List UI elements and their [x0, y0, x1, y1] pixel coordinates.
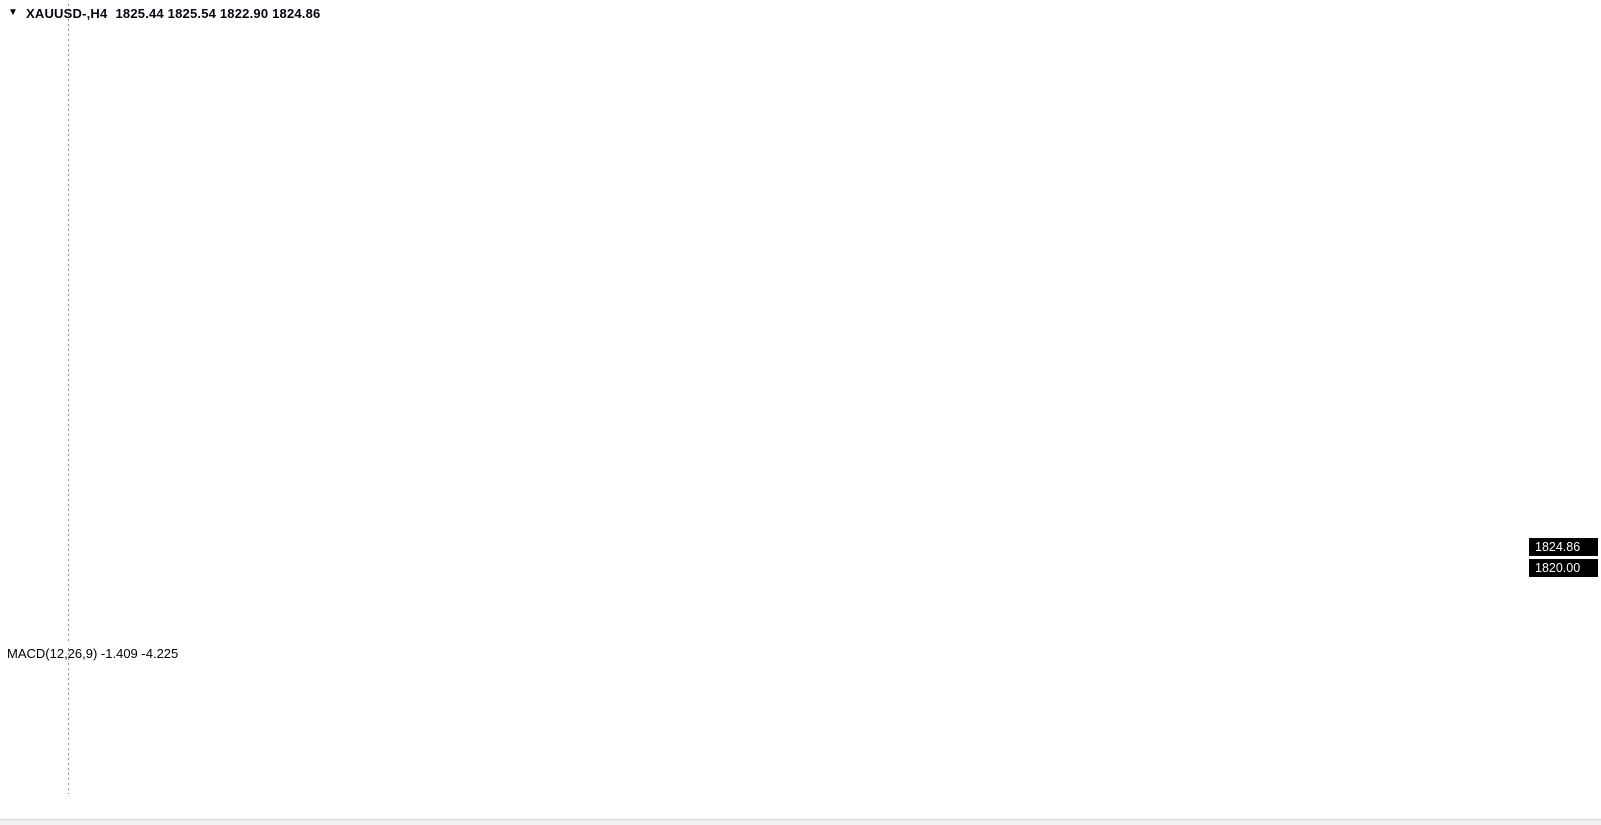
chart-background: [0, 0, 1601, 825]
last-price-tag: 1824.86: [1529, 538, 1598, 556]
symbol-timeframe-label: XAUUSD-,H4: [26, 6, 107, 21]
macd-indicator-label: MACD(12,26,9) -1.409 -4.225: [7, 646, 178, 661]
chart-canvas[interactable]: [0, 0, 1601, 825]
chart-expander-icon[interactable]: ▼: [8, 7, 18, 18]
chart-window: ▼ XAUUSD-,H4 1825.44 1825.54 1822.90 1824…: [0, 0, 1601, 825]
chart-title: XAUUSD-,H4 1825.44 1825.54 1822.90 1824.8…: [26, 6, 320, 21]
level-price-tag: 1820.00: [1529, 559, 1598, 577]
bottom-scroll-strip[interactable]: [0, 819, 1601, 825]
ohlc-quote-label: 1825.44 1825.54 1822.90 1824.86: [115, 6, 320, 21]
